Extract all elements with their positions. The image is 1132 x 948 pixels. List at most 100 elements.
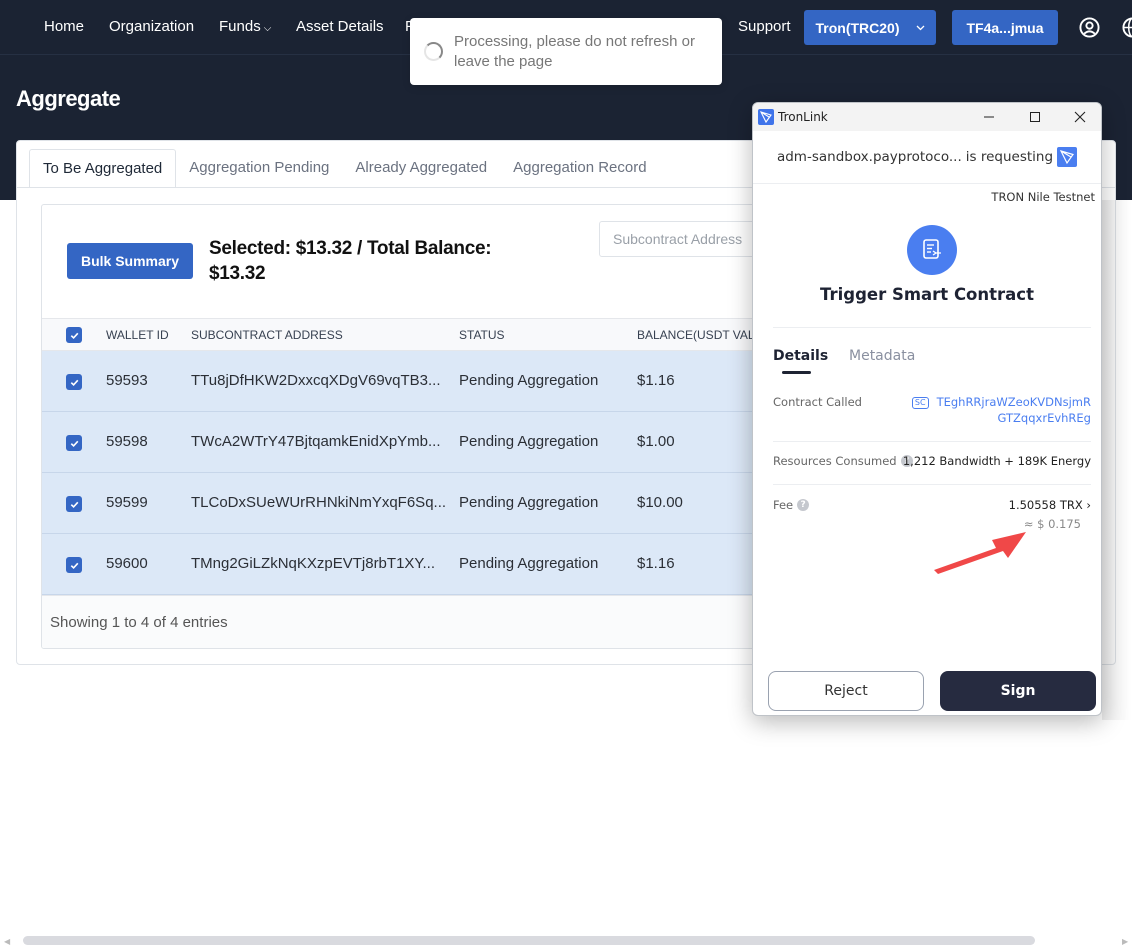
- processing-toast: Processing, please do not refresh or lea…: [410, 18, 722, 85]
- wallet-id-cell: 59598: [106, 433, 148, 450]
- column-header-wallet-id[interactable]: WALLET ID: [106, 328, 169, 342]
- resources-consumed-value: 1,212 Bandwidth + 189K Energy: [902, 454, 1091, 468]
- status-cell: Pending Aggregation: [459, 494, 599, 511]
- network-select-label: Tron(TRC20): [815, 19, 900, 36]
- tronlink-logo-icon: [758, 109, 774, 125]
- smart-contract-icon: [907, 225, 957, 275]
- row-checkbox[interactable]: [66, 496, 82, 512]
- wallet-id-cell: 59600: [106, 555, 148, 572]
- address-cell: TWcA2WTrY47BjtqamkEnidXpYmb...: [191, 433, 441, 450]
- checkmark-icon: [70, 501, 78, 508]
- entries-count: Showing 1 to 4 of 4 entries: [50, 614, 228, 631]
- nav-home-label: Home: [44, 18, 85, 35]
- network-label: TRON Nile Testnet: [991, 190, 1095, 204]
- divider: [773, 327, 1091, 328]
- tronlink-window-title: TronLink: [778, 110, 828, 124]
- column-header-subcontract-address[interactable]: SUBCONTRACT ADDRESS: [191, 328, 343, 342]
- wallet-address-button[interactable]: TF4a...jmua: [952, 10, 1058, 45]
- fee-amount: 1.50558 TRX: [1008, 498, 1083, 512]
- nav-organization-label: Organization: [109, 18, 195, 35]
- contract-called-text: Contract Called: [773, 395, 862, 409]
- tronlink-titlebar[interactable]: TronLink: [753, 103, 1101, 131]
- resources-consumed-text: Resources Consumed: [773, 454, 897, 468]
- nav-organization[interactable]: Organization: [109, 18, 194, 35]
- chevron-right-icon: ›: [1086, 498, 1091, 512]
- checkmark-icon: [70, 562, 78, 569]
- checkmark-icon: [70, 332, 78, 339]
- nav-support-label: Support: [738, 18, 791, 35]
- wallet-id-cell: 59593: [106, 372, 148, 389]
- page-title: Aggregate: [16, 86, 121, 111]
- address-cell: TMng2GiLZkNqKXzpEVTj8rbT1XY...: [191, 555, 435, 572]
- balance-cell: $10.00: [637, 494, 683, 511]
- scroll-right-arrow-icon[interactable]: ▶: [1122, 937, 1130, 946]
- balance-cell: $1.16: [637, 372, 675, 389]
- status-cell: Pending Aggregation: [459, 555, 599, 572]
- request-origin: adm-sandbox.payprotoco... is requesting: [753, 147, 1101, 167]
- status-cell: Pending Aggregation: [459, 433, 599, 450]
- tronlink-logo-icon: [1057, 147, 1078, 167]
- close-icon[interactable]: [1068, 107, 1092, 127]
- nav-funds[interactable]: Funds ⌵: [219, 18, 271, 35]
- globe-icon[interactable]: [1122, 17, 1132, 38]
- divider: [773, 441, 1091, 442]
- row-checkbox[interactable]: [66, 435, 82, 451]
- annotation-arrow-icon: [934, 532, 1026, 574]
- contract-address-line2: GTZqqxrEvhREg: [997, 411, 1091, 425]
- nav-funds-label: Funds: [219, 18, 261, 35]
- requesting-label: is requesting: [965, 149, 1054, 165]
- select-all-checkbox[interactable]: [66, 327, 82, 343]
- checkmark-icon: [70, 440, 78, 447]
- status-cell: Pending Aggregation: [459, 372, 599, 389]
- divider: [753, 183, 1101, 184]
- contract-address-line1: TEghRRjraWZeoKVDNsjmR: [936, 395, 1091, 409]
- network-select[interactable]: Tron(TRC20): [804, 10, 936, 45]
- nav-asset-details-label: Asset Details: [296, 18, 384, 35]
- tab-aggregation-record[interactable]: Aggregation Record: [500, 149, 659, 187]
- tab-bar: To Be Aggregated Aggregation Pending Alr…: [29, 149, 660, 187]
- chevron-down-icon: ⌵: [263, 23, 272, 34]
- reject-button[interactable]: Reject: [768, 671, 924, 711]
- tab-to-be-aggregated[interactable]: To Be Aggregated: [29, 149, 177, 187]
- tab-metadata[interactable]: Metadata: [849, 348, 915, 364]
- user-icon[interactable]: [1079, 17, 1100, 38]
- loading-spinner-icon: [424, 42, 443, 61]
- bulk-summary-button[interactable]: Bulk Summary: [67, 243, 193, 279]
- tronlink-window: TronLink adm-sandbox.payprotoco... is re…: [752, 102, 1102, 716]
- page: Home Organization Funds⌵ Asset Details F…: [0, 0, 1132, 948]
- column-header-status[interactable]: STATUS: [459, 328, 505, 342]
- fee-usd-value: ≈ $ 0.175: [1023, 517, 1081, 531]
- nav-home[interactable]: Home: [44, 18, 84, 35]
- request-type-heading: Trigger Smart Contract: [820, 285, 1034, 304]
- address-cell: TLCoDxSUeWUrRHNkiNmYxqF6Sq...: [191, 494, 447, 511]
- resources-consumed-label: Resources Consumed ?: [773, 454, 913, 468]
- balance-cell: $1.00: [637, 433, 675, 450]
- toast-message: Processing, please do not refresh or lea…: [454, 33, 695, 70]
- tab-details[interactable]: Details: [773, 348, 828, 364]
- chevron-down-icon: [916, 25, 924, 30]
- contract-called-label: Contract Called: [773, 395, 862, 409]
- tab-aggregation-pending[interactable]: Aggregation Pending: [176, 149, 342, 187]
- horizontal-scrollbar[interactable]: ◀ ▶: [0, 934, 1132, 948]
- fee-label: Fee ?: [773, 498, 810, 512]
- fee-value[interactable]: 1.50558 TRX ›: [1009, 498, 1091, 512]
- row-checkbox[interactable]: [66, 374, 82, 390]
- minimize-icon[interactable]: [977, 107, 1001, 127]
- maximize-icon[interactable]: [1023, 107, 1047, 127]
- selected-total-summary: Selected: $13.32 / Total Balance: $13.32: [209, 238, 492, 284]
- popup-shadow: [1102, 200, 1132, 720]
- tab-already-aggregated[interactable]: Already Aggregated: [342, 149, 500, 187]
- row-checkbox[interactable]: [66, 557, 82, 573]
- help-icon[interactable]: ?: [797, 499, 810, 511]
- fee-text: Fee: [773, 498, 794, 512]
- requesting-site: adm-sandbox.payprotoco...: [776, 149, 962, 165]
- smart-contract-badge-icon: SC: [911, 397, 929, 409]
- scrollbar-thumb[interactable]: [23, 936, 1035, 945]
- nav-support[interactable]: Support: [738, 18, 791, 35]
- contract-address-link[interactable]: SC TEghRRjraWZeoKVDNsjmR GTZqqxrEvhREg: [911, 394, 1091, 426]
- checkmark-icon: [70, 379, 78, 386]
- scroll-left-arrow-icon[interactable]: ◀: [4, 937, 12, 946]
- wallet-id-cell: 59599: [106, 494, 148, 511]
- sign-button[interactable]: Sign: [940, 671, 1096, 711]
- nav-asset-details[interactable]: Asset Details: [296, 18, 384, 35]
